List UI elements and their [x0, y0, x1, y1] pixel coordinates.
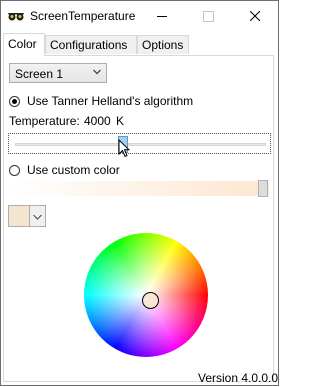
- temperature-value: 4000: [84, 114, 111, 128]
- custom-color-radio[interactable]: [9, 165, 20, 176]
- close-icon: [250, 11, 260, 21]
- sunglasses-icon: [8, 13, 24, 21]
- color-picker-dropdown[interactable]: [8, 205, 46, 227]
- screen-select-value: Screen 1: [15, 67, 64, 81]
- window-title: ScreenTemperature: [30, 9, 136, 23]
- maximize-button[interactable]: [185, 1, 231, 32]
- temperature-slider-track[interactable]: [15, 143, 266, 146]
- temperature-label: Temperature:: [9, 114, 80, 128]
- temperature-unit: K: [116, 114, 125, 128]
- title-bar[interactable]: ScreenTemperature: [1, 1, 278, 32]
- tanner-algorithm-radio[interactable]: [9, 96, 20, 107]
- chevron-down-icon: [93, 69, 101, 75]
- tanner-algorithm-label[interactable]: Use Tanner Helland's algorithm: [27, 94, 193, 108]
- chevron-down-icon: [33, 214, 42, 220]
- screen-select[interactable]: Screen 1: [9, 63, 107, 83]
- minimize-button[interactable]: [139, 1, 185, 32]
- color-swatch[interactable]: [8, 205, 30, 227]
- tab-options[interactable]: Options: [137, 35, 189, 54]
- mouse-cursor-icon: [118, 139, 130, 158]
- custom-color-slider[interactable]: [9, 181, 269, 196]
- close-button[interactable]: [232, 1, 278, 32]
- custom-color-label[interactable]: Use custom color: [27, 163, 120, 177]
- color-wheel-handle[interactable]: [142, 292, 159, 309]
- tab-color[interactable]: Color: [3, 33, 45, 56]
- temperature-slider[interactable]: [8, 133, 271, 154]
- tab-configurations[interactable]: Configurations: [45, 35, 137, 54]
- custom-color-slider-thumb[interactable]: [258, 180, 268, 197]
- color-dropdown-button[interactable]: [30, 205, 46, 227]
- version-label: Version 4.0.0.0: [198, 371, 279, 385]
- tab-strip: Color Configurations Options: [3, 33, 274, 56]
